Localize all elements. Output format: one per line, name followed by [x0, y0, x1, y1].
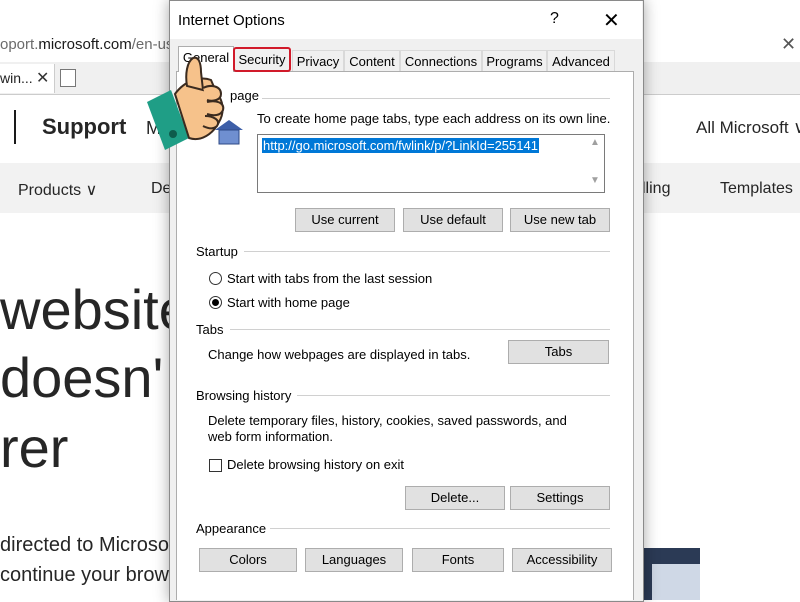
delete-on-exit-label[interactable]: Delete browsing history on exit	[227, 457, 404, 472]
use-default-button[interactable]: Use default	[403, 208, 503, 232]
tab-content[interactable]: Content	[344, 50, 400, 71]
nav-products[interactable]: Products ∨	[18, 180, 97, 200]
browser-tab-close-icon[interactable]: ✕	[36, 68, 49, 88]
home-page-url-value[interactable]: http://go.microsoft.com/fwlink/p/?LinkId…	[262, 138, 539, 153]
radio-last-session-label[interactable]: Start with tabs from the last session	[227, 271, 432, 286]
dialog-title: Internet Options	[178, 12, 285, 29]
brand-divider	[14, 110, 16, 144]
accessibility-button[interactable]: Accessibility	[512, 548, 612, 572]
tabs-settings-button[interactable]: Tabs	[508, 340, 609, 364]
tab-advanced[interactable]: Advanced	[547, 50, 615, 71]
home-page-instructions: To create home page tabs, type each addr…	[257, 111, 611, 126]
use-current-button[interactable]: Use current	[295, 208, 395, 232]
tab-privacy[interactable]: Privacy	[292, 50, 344, 71]
tab-programs[interactable]: Programs	[482, 50, 547, 71]
scroll-up-icon[interactable]: ▲	[590, 137, 600, 148]
radio-home-page-label[interactable]: Start with home page	[227, 295, 350, 310]
delete-on-exit-checkbox[interactable]	[209, 459, 222, 472]
tab-connections[interactable]: Connections	[400, 50, 482, 71]
pointing-hand-icon	[147, 56, 243, 150]
all-microsoft-menu[interactable]: All Microsoft ∨	[696, 118, 800, 138]
browsing-history-description-1: Delete temporary files, history, cookies…	[208, 413, 567, 428]
delete-history-button[interactable]: Delete...	[405, 486, 505, 510]
nav-item-partial-right[interactable]: lling	[642, 180, 670, 198]
startup-group-line	[244, 251, 610, 252]
browser-tab-label: win...	[0, 70, 33, 86]
fonts-button[interactable]: Fonts	[412, 548, 504, 572]
radio-home-page[interactable]	[209, 296, 222, 309]
close-button[interactable]: ✕	[603, 8, 620, 33]
page-thumbnail-inner	[652, 564, 700, 600]
nav-templates[interactable]: Templates	[720, 180, 793, 198]
radio-last-session[interactable]	[209, 272, 222, 285]
address-clear-icon[interactable]: ✕	[781, 34, 796, 55]
languages-button[interactable]: Languages	[305, 548, 403, 572]
body-line-1: directed to Microsof	[0, 534, 175, 556]
tabs-group-line	[230, 329, 610, 330]
new-tab-icon[interactable]	[60, 69, 76, 87]
scroll-down-icon[interactable]: ▼	[590, 175, 600, 186]
startup-group-label: Startup	[196, 244, 238, 259]
appearance-group-label: Appearance	[196, 521, 267, 536]
tabs-group-label: Tabs	[196, 322, 224, 337]
browsing-history-description-2: web form information.	[208, 429, 333, 444]
help-button[interactable]: ?	[550, 10, 559, 28]
site-brand[interactable]: Support	[42, 114, 126, 140]
hero-line-3: rer	[0, 416, 69, 479]
history-settings-button[interactable]: Settings	[510, 486, 610, 510]
tabs-description: Change how webpages are displayed in tab…	[208, 347, 471, 362]
appearance-group-line	[270, 528, 610, 529]
use-new-tab-button[interactable]: Use new tab	[510, 208, 610, 232]
colors-button[interactable]: Colors	[199, 548, 297, 572]
hero-line-2: doesn'	[0, 346, 164, 409]
browsing-history-group-line	[297, 395, 610, 396]
body-line-2: continue your brows	[0, 564, 179, 586]
browsing-history-group-label: Browsing history	[196, 388, 292, 403]
